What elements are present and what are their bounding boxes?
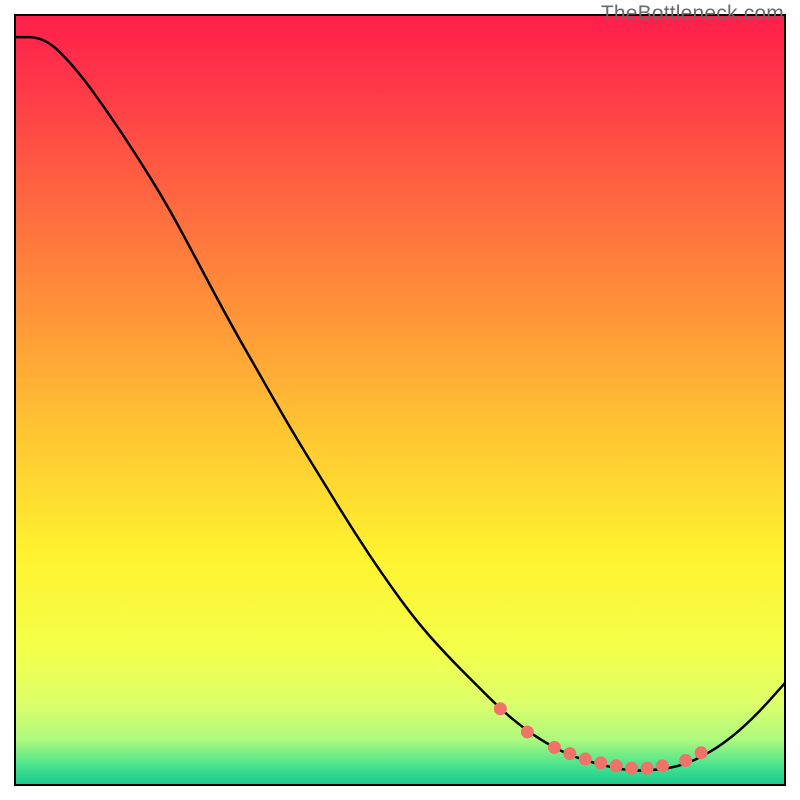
marker-dot	[641, 762, 654, 775]
gradient-background	[14, 14, 786, 786]
marker-dot	[610, 759, 623, 772]
marker-dot	[625, 762, 638, 775]
watermark-text: TheBottleneck.com	[601, 2, 784, 26]
marker-dot	[656, 759, 669, 772]
chart-container: TheBottleneck.com	[0, 0, 800, 800]
marker-dot	[695, 746, 708, 759]
marker-dot	[494, 702, 507, 715]
marker-dot	[548, 741, 561, 754]
marker-dot	[679, 754, 692, 767]
bottleneck-chart	[14, 14, 786, 786]
marker-dot	[521, 725, 534, 738]
marker-dot	[594, 756, 607, 769]
plot-area	[14, 14, 786, 786]
marker-dot	[563, 747, 576, 760]
marker-dot	[579, 752, 592, 765]
